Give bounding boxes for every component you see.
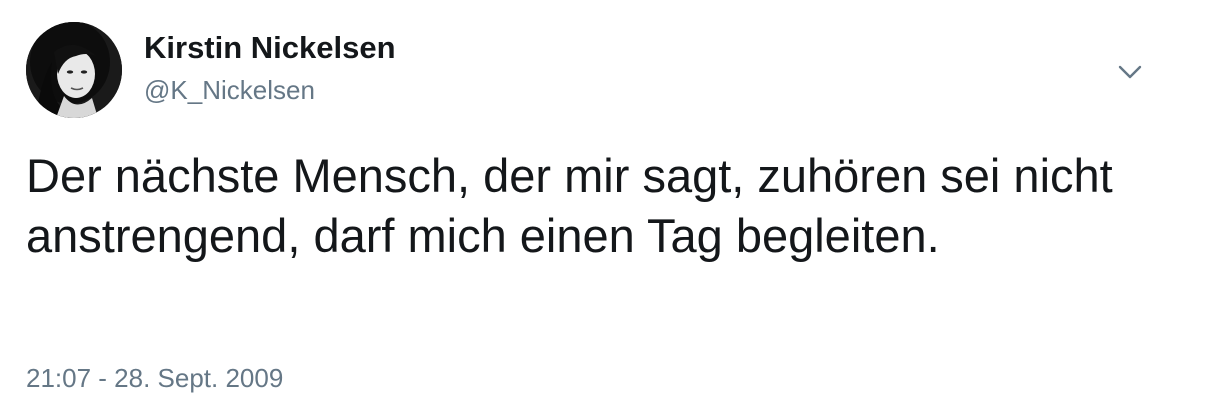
tweet-text: Der nächste Mensch, der mir sagt, zuhöre… xyxy=(26,149,1113,262)
author-name[interactable]: Kirstin Nickelsen xyxy=(144,30,396,66)
author-handle[interactable]: @K_Nickelsen xyxy=(144,74,315,106)
avatar[interactable] xyxy=(26,22,122,118)
avatar-image xyxy=(26,22,122,118)
tweet-card: Kirstin Nickelsen @K_Nickelsen Der nächs… xyxy=(0,0,1210,406)
tweet-timestamp[interactable]: 21:07 - 28. Sept. 2009 xyxy=(26,362,283,394)
tweet-header: Kirstin Nickelsen @K_Nickelsen xyxy=(26,22,1176,122)
chevron-down-icon[interactable] xyxy=(1114,56,1146,88)
